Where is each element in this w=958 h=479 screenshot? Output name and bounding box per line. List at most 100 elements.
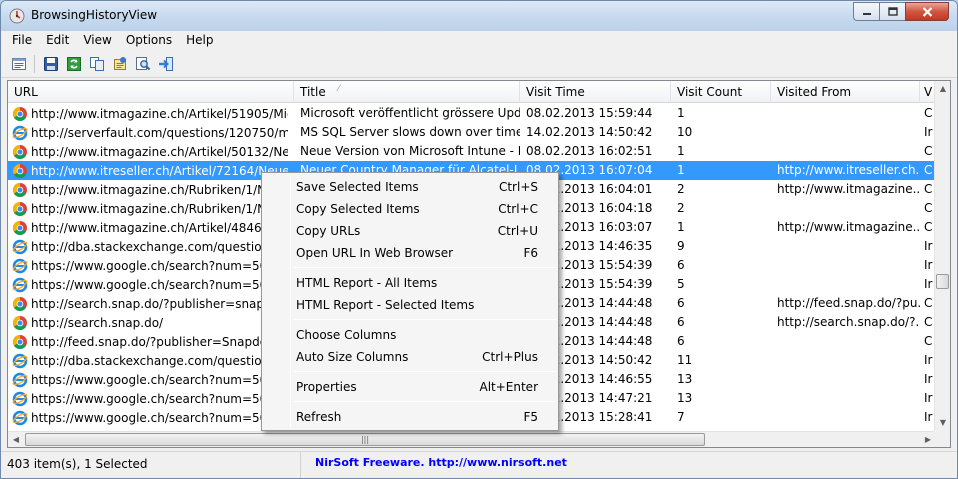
save-button[interactable] xyxy=(41,54,60,73)
context-menu-label: Auto Size Columns xyxy=(296,350,409,364)
cell-visit-count: 5 xyxy=(677,277,685,291)
url-text: https://www.google.ch/search?num=50&hl=.… xyxy=(31,277,288,292)
column-header-visit-count[interactable]: Visit Count xyxy=(671,81,771,103)
minimize-button[interactable] xyxy=(853,2,879,21)
context-menu-shortcut: Alt+Enter xyxy=(479,380,538,394)
cell-url: http://search.snap.do/?publisher=snapdoi… xyxy=(8,294,294,313)
exit-button[interactable] xyxy=(156,54,175,73)
cell-url: http://www.itmagazine.ch/Artikel/50132/N… xyxy=(8,142,294,161)
menu-file[interactable]: File xyxy=(5,31,39,50)
context-menu-item-choose-columns[interactable]: Choose Columns xyxy=(264,324,556,346)
title-bar[interactable]: BrowsingHistoryView xyxy=(1,1,957,31)
menu-help[interactable]: Help xyxy=(179,31,220,50)
cell-url: http://www.itmagazine.ch/Rubriken/1/News… xyxy=(8,199,294,218)
maximize-button[interactable] xyxy=(879,2,905,21)
minimize-icon xyxy=(862,12,871,15)
column-header-title[interactable]: Title ⁄ xyxy=(294,81,520,103)
window-title: BrowsingHistoryView xyxy=(31,8,158,22)
nirsoft-link[interactable]: NirSoft Freeware. http://www.nirsoft.net xyxy=(301,452,581,478)
internet-explorer-icon xyxy=(12,353,28,369)
column-header-visited-from[interactable]: Visited From xyxy=(771,81,920,103)
html-report-icon xyxy=(113,56,126,70)
url-text: http://www.itreseller.ch/Artikel/72164/N… xyxy=(31,163,288,178)
chrome-icon xyxy=(12,201,28,217)
cell-visited-from xyxy=(771,123,920,142)
url-text: http://search.snap.do/ xyxy=(31,315,164,330)
table-row[interactable]: http://www.itmagazine.ch/Artikel/51905/M… xyxy=(8,104,936,123)
url-text: http://www.itmagazine.ch/Artikel/50132/N… xyxy=(31,144,288,159)
column-header-url[interactable]: URL xyxy=(8,81,294,103)
context-menu-separator xyxy=(294,401,556,402)
table-row[interactable]: http://serverfault.com/questions/120750/… xyxy=(8,123,936,142)
context-menu-label: HTML Report - All Items xyxy=(296,276,438,290)
properties-icon xyxy=(11,57,26,70)
context-menu-shortcut: Ctrl+Plus xyxy=(482,350,538,364)
cell-url: https://www.google.ch/search?num=50&hl=.… xyxy=(8,389,294,408)
close-icon xyxy=(922,6,932,17)
context-menu-shortcut: Ctrl+C xyxy=(498,202,538,216)
cell-url: https://www.google.ch/search?num=50&hl=.… xyxy=(8,256,294,275)
column-header-visit-time[interactable]: Visit Time xyxy=(520,81,671,103)
horizontal-scrollbar[interactable]: ◀ ||| ▶ xyxy=(8,431,936,447)
chrome-icon xyxy=(12,296,28,312)
cell-visited-from: http://www.itmagazine.... xyxy=(777,182,920,196)
context-menu-item-auto-size-columns[interactable]: Auto Size Columns Ctrl+Plus xyxy=(264,346,556,368)
url-text: http://dba.stackexchange.com/questions/6… xyxy=(31,239,288,254)
scroll-up-arrow-icon[interactable]: ▲ xyxy=(935,81,950,97)
context-menu-item-copy-urls[interactable]: Copy URLs Ctrl+U xyxy=(264,220,556,242)
horizontal-scroll-thumb[interactable]: ||| xyxy=(25,433,705,446)
context-menu-item-refresh[interactable]: Refresh F5 xyxy=(264,406,556,428)
context-menu-item-open-url-in-web-browser[interactable]: Open URL In Web Browser F6 xyxy=(264,242,556,264)
internet-explorer-icon xyxy=(12,391,28,407)
url-text: http://www.itmagazine.ch/Artikel/48463/P… xyxy=(31,220,288,235)
cell-visited-from xyxy=(771,199,920,218)
status-bar: 403 item(s), 1 Selected NirSoft Freeware… xyxy=(1,451,957,478)
copy-button[interactable] xyxy=(87,54,106,73)
cell-url: http://dba.stackexchange.com/questions/6… xyxy=(8,237,294,256)
scroll-down-arrow-icon[interactable]: ▼ xyxy=(935,415,950,431)
url-text: https://www.google.ch/search?num=50&hl=.… xyxy=(31,410,288,425)
vertical-scroll-thumb[interactable] xyxy=(936,274,949,289)
url-text: http://www.itmagazine.ch/Artikel/51905/M… xyxy=(31,106,288,121)
cell-visit-count: 6 xyxy=(677,315,685,329)
cell-url: https://www.google.ch/search?num=50&hl=.… xyxy=(8,275,294,294)
vertical-scrollbar[interactable]: ▲ ▼ xyxy=(934,81,950,431)
cell-visit-time: 14.02.2013 14:50:42 xyxy=(526,125,653,139)
scroll-left-arrow-icon[interactable]: ◀ xyxy=(8,432,24,447)
cell-visited-from: http://www.itmagazine.... xyxy=(777,220,920,234)
toolbar xyxy=(1,50,957,78)
cell-visit-count: 11 xyxy=(677,353,693,367)
context-menu-shortcut: F5 xyxy=(523,410,538,424)
properties-button[interactable] xyxy=(9,54,28,73)
context-menu-item-copy-selected-items[interactable]: Copy Selected Items Ctrl+C xyxy=(264,198,556,220)
url-text: https://www.google.ch/search?num=50&hl=.… xyxy=(31,372,288,387)
cell-visited-from: http://search.snap.do/?... xyxy=(777,315,920,329)
menu-options[interactable]: Options xyxy=(119,31,179,50)
context-menu-separator xyxy=(294,319,556,320)
context-menu-item-html-report-all-items[interactable]: HTML Report - All Items xyxy=(264,272,556,294)
chrome-icon xyxy=(12,334,28,350)
menu-view[interactable]: View xyxy=(76,31,118,50)
cell-visited-from xyxy=(771,408,920,427)
context-menu-item-save-selected-items[interactable]: Save Selected Items Ctrl+S xyxy=(264,176,556,198)
cell-visit-count: 1 xyxy=(677,220,685,234)
close-button[interactable] xyxy=(905,2,949,21)
context-menu-item-html-report-selected-items[interactable]: HTML Report - Selected Items xyxy=(264,294,556,316)
context-menu-separator xyxy=(294,267,556,268)
menu-edit[interactable]: Edit xyxy=(39,31,76,50)
internet-explorer-icon xyxy=(12,125,28,141)
refresh-button[interactable] xyxy=(64,54,83,73)
url-text: http://www.itmagazine.ch/Rubriken/1/News… xyxy=(31,182,288,197)
cell-url: https://www.google.ch/search?num=50&hl=.… xyxy=(8,408,294,427)
cell-visit-time: 08.02.2013 16:02:51 xyxy=(526,144,653,158)
table-row[interactable]: http://www.itmagazine.ch/Artikel/50132/N… xyxy=(8,142,936,161)
find-button[interactable] xyxy=(133,54,152,73)
context-menu-label: HTML Report - Selected Items xyxy=(296,298,475,312)
cell-visited-from xyxy=(771,256,920,275)
cell-visit-count: 2 xyxy=(677,182,685,196)
context-menu-item-properties[interactable]: Properties Alt+Enter xyxy=(264,376,556,398)
html-report-button[interactable] xyxy=(110,54,129,73)
cell-visit-count: 9 xyxy=(677,239,685,253)
cell-visited-from xyxy=(771,275,920,294)
cell-visit-count: 7 xyxy=(677,410,685,424)
